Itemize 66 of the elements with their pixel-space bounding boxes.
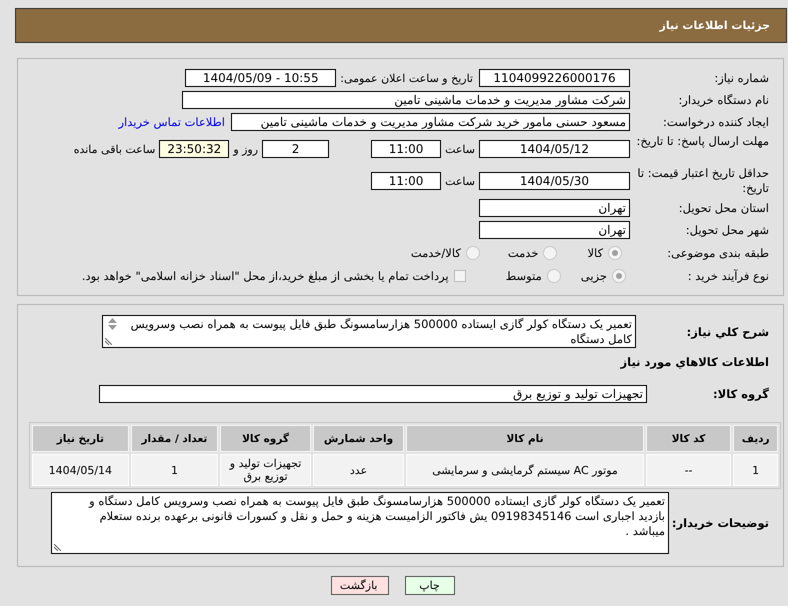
column-header: تاریخ نیاز <box>32 425 129 452</box>
column-header: ردیف <box>733 425 778 452</box>
field-label: پرداخت تمام یا بخشی از مبلغ خرید،از محل "اسناد خزانه اسلامی" خواهد بود. <box>82 269 449 283</box>
field-label: استان محل تحویل: <box>678 201 769 215</box>
resize-grip-icon <box>105 338 112 345</box>
table-cell: 1404/05/14 <box>32 454 129 486</box>
field-label: متوسط <box>506 269 542 283</box>
contact-link[interactable]: اطلاعات تماس خریدار <box>118 115 225 129</box>
text-field[interactable]: 1104099226000176 <box>479 69 630 87</box>
column-header: گروه کالا <box>220 425 311 452</box>
radio-button[interactable] <box>543 246 558 260</box>
text-field[interactable]: تجهیزات تولید و توزیع برق <box>99 385 647 403</box>
scroll-arrows-icon <box>108 318 117 330</box>
column-header: کد کالا <box>646 425 732 452</box>
radio-button[interactable] <box>608 246 622 260</box>
table-cell: عدد <box>312 454 404 486</box>
field-label: شرح کلي نياز: <box>686 324 769 338</box>
text-field[interactable]: 11:00 <box>371 172 442 190</box>
field-label: شهر محل تحویل: <box>684 223 769 237</box>
table-cell: 1 <box>130 454 218 486</box>
print-button[interactable]: چاپ <box>404 576 454 595</box>
table-cell: -- <box>646 454 732 486</box>
section-heading: اطلاعات کالاهاي مورد نياز <box>620 354 769 371</box>
field-label: ساعت <box>445 142 475 156</box>
field-label: ساعت باقی مانده <box>74 142 156 156</box>
text-field[interactable]: مسعود حسنی مامور خرید شرکت مشاور مدیریت و خدمات ماشینی تامین <box>231 113 630 131</box>
radio-button[interactable] <box>612 269 626 283</box>
field-label: توضیحات خریدار: <box>670 516 769 530</box>
field-label: شماره نیاز: <box>713 71 769 85</box>
field-label: ساعت <box>445 174 475 188</box>
checkbox[interactable] <box>454 270 466 282</box>
field-label: گروه کالا: <box>712 387 769 401</box>
radio-button[interactable] <box>546 269 561 283</box>
field-label: مهلت ارسال پاسخ: تا تاریخ: <box>635 134 769 149</box>
resize-grip-icon <box>54 544 61 551</box>
radio-button[interactable] <box>466 246 480 260</box>
column-header: نام کالا <box>406 425 644 452</box>
field-label: حداقل تاریخ اعتبار قیمت: تا تاریخ: <box>636 166 769 196</box>
column-header: واحد شمارش <box>312 425 404 452</box>
table-cell: 1 <box>733 454 778 486</box>
text-area-value: تعمیر یک دستگاه کولر گازی ایستاده 500000 هزارسامسونگ طبق فایل پیوست به همراه نصب وسرویس کامل دستگاه و بازدید اجباری است 09198345146 یش فاکتور الزامیست هزینه و حمل و نقل و کسورات قانونی برعهده برنده ستعلام میباشد . <box>88 494 665 539</box>
table-cell: موتور AC سیستم گرمایشی و سرمایشی <box>406 454 644 486</box>
text-field[interactable]: تهران <box>479 221 630 239</box>
text-field[interactable]: 1404/05/30 <box>479 172 630 190</box>
field-label: ایجاد کننده درخواست: <box>662 115 769 129</box>
page-title: جزئیات اطلاعات نیاز <box>660 19 770 32</box>
text-field[interactable]: 23:50:32 <box>159 140 230 158</box>
column-header: تعداد / مقدار <box>130 425 218 452</box>
field-label: خدمت <box>508 246 538 260</box>
table-cell: تجهیزات تولید و توزیع برق <box>220 454 311 486</box>
text-field[interactable]: 1404/05/12 <box>479 140 630 158</box>
field-label: کالا/خدمت <box>410 246 461 260</box>
text-field[interactable]: 11:00 <box>371 140 442 158</box>
field-label: کالا <box>587 246 603 260</box>
text-field[interactable]: تهران <box>479 199 630 217</box>
field-label: نام دستگاه خریدار: <box>677 93 769 107</box>
field-label: روز و <box>233 142 258 156</box>
back-button[interactable]: بازگشت <box>330 576 388 595</box>
field-label: نوع فرآیند خرید : <box>686 269 769 283</box>
text-field[interactable]: 1404/05/09 - 10:55 <box>185 69 336 87</box>
text-area[interactable] <box>51 492 669 554</box>
text-field[interactable]: شرکت مشاور مدیریت و خدمات ماشینی تامین <box>182 91 630 109</box>
field-label: جزیی <box>580 269 607 283</box>
field-label: طبقه بندی موضوعی: <box>666 246 769 260</box>
text-field[interactable]: 2 <box>262 140 330 158</box>
field-label: تاریخ و ساعت اعلان عمومی: <box>340 72 473 84</box>
